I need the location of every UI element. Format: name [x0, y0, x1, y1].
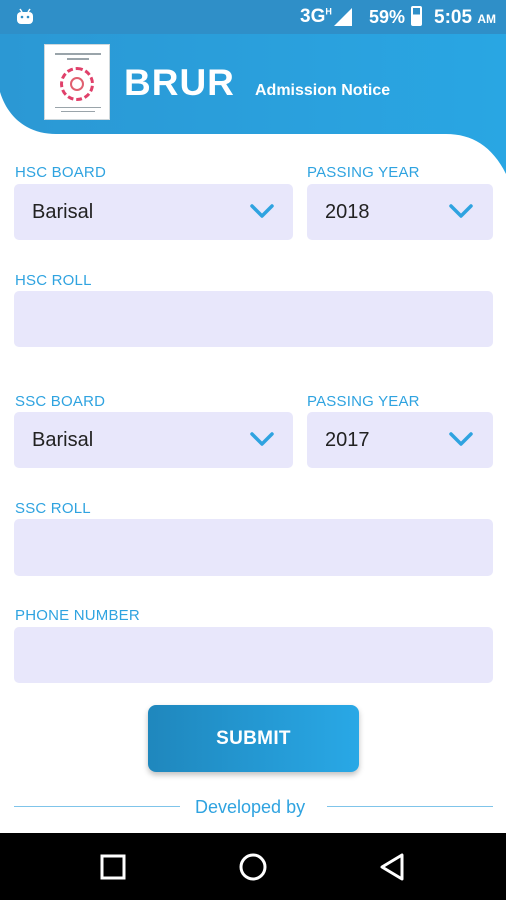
hsc-passing-year-value: 2018 — [325, 201, 370, 223]
system-nav-bar — [0, 833, 506, 900]
phone-number-input[interactable] — [14, 627, 493, 683]
chevron-down-icon — [449, 432, 473, 446]
home-icon[interactable] — [237, 851, 269, 883]
footer-divider-right — [327, 806, 493, 807]
hsc-board-value: Barisal — [32, 201, 94, 223]
clock: 5:05 AM — [434, 7, 496, 28]
ssc-passing-year-value: 2017 — [325, 429, 370, 451]
hsc-roll-label: HSC ROLL — [15, 272, 92, 289]
app-header: BRUR Admission Notice — [0, 34, 506, 174]
status-bar: 3GH 59% 5:05 AM — [0, 0, 506, 34]
brand-title: BRUR — [124, 62, 235, 103]
back-icon[interactable] — [377, 851, 409, 883]
hsc-passing-year-label: PASSING YEAR — [307, 164, 420, 181]
network-type: 3GH — [300, 6, 332, 27]
phone-number-label: PHONE NUMBER — [15, 607, 140, 624]
recents-icon[interactable] — [97, 851, 129, 883]
hsc-roll-input[interactable] — [14, 291, 493, 347]
ssc-board-select[interactable]: Barisal — [14, 412, 293, 468]
hsc-board-label: HSC BOARD — [15, 164, 106, 181]
developed-by-text: Developed by — [195, 797, 306, 817]
ssc-board-label: SSC BOARD — [15, 393, 106, 410]
university-logo — [44, 44, 110, 120]
android-notification-icon — [17, 8, 33, 24]
footer-divider-left — [14, 806, 180, 807]
battery-icon — [411, 6, 422, 26]
chevron-down-icon — [449, 204, 473, 218]
ssc-passing-year-label: PASSING YEAR — [307, 393, 420, 410]
ssc-roll-input[interactable] — [14, 519, 493, 576]
ssc-passing-year-select[interactable]: 2017 — [307, 412, 493, 468]
chevron-down-icon — [250, 204, 274, 218]
battery-percent: 59% — [369, 7, 406, 27]
ssc-board-value: Barisal — [32, 429, 94, 451]
header-tagline: Admission Notice — [255, 82, 391, 99]
submit-button[interactable]: SUBMIT — [148, 705, 359, 772]
hsc-board-select[interactable]: Barisal — [14, 184, 293, 240]
ssc-roll-label: SSC ROLL — [15, 500, 91, 517]
chevron-down-icon — [250, 432, 274, 446]
hsc-passing-year-select[interactable]: 2018 — [307, 184, 493, 240]
signal-icon — [334, 8, 352, 26]
